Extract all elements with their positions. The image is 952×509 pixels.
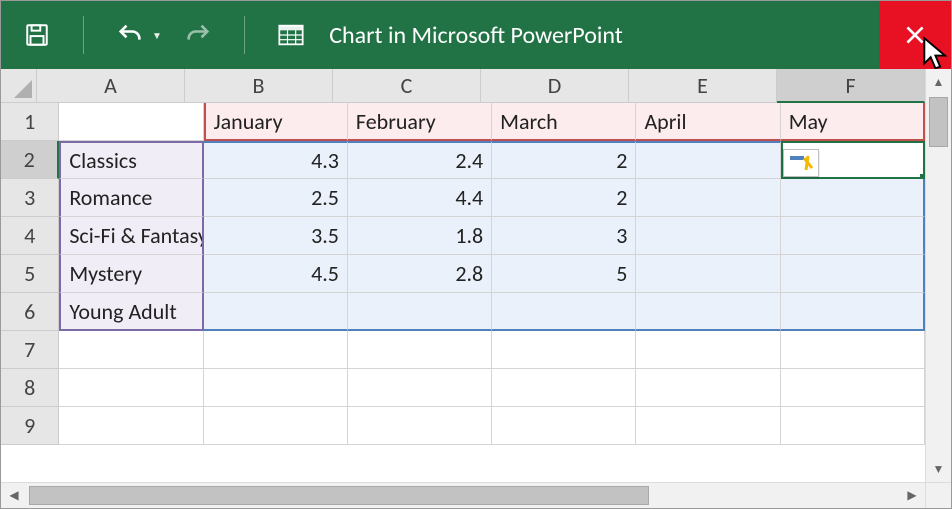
cell-E9[interactable] xyxy=(636,407,780,445)
cell-E6[interactable] xyxy=(636,293,780,331)
column-header-F[interactable]: F xyxy=(777,69,925,103)
cell-D5[interactable]: 5 xyxy=(492,255,636,293)
undo-dropdown-icon[interactable]: ▼ xyxy=(152,29,162,42)
cell-F7[interactable] xyxy=(781,331,925,369)
cell-C2[interactable]: 2.4 xyxy=(348,141,492,179)
save-icon[interactable] xyxy=(21,19,53,51)
cell-A4[interactable]: Sci-Fi & Fantasy xyxy=(59,217,203,255)
cell-A5[interactable]: Mystery xyxy=(59,255,203,293)
cell-B2[interactable]: 4.3 xyxy=(204,141,348,179)
cell-F3[interactable] xyxy=(781,179,925,217)
column-header-B[interactable]: B xyxy=(185,69,333,103)
titlebar: ▼ Chart in Microsoft PowerPoint xyxy=(1,1,951,69)
cell-B7[interactable] xyxy=(204,331,348,369)
cell-E4[interactable] xyxy=(636,217,780,255)
cell-E5[interactable] xyxy=(636,255,780,293)
scroll-down-icon[interactable]: ▼ xyxy=(926,456,951,482)
cell-E7[interactable] xyxy=(636,331,780,369)
column-header-D[interactable]: D xyxy=(481,69,629,103)
cell-F8[interactable] xyxy=(781,369,925,407)
cell-C5[interactable]: 2.8 xyxy=(348,255,492,293)
column-header-C[interactable]: C xyxy=(333,69,481,103)
cell-C1[interactable]: February xyxy=(348,103,492,141)
cell-B8[interactable] xyxy=(204,369,348,407)
cell-C9[interactable] xyxy=(348,407,492,445)
spreadsheet-icon[interactable] xyxy=(275,19,307,51)
cell-F1[interactable]: May xyxy=(781,103,925,141)
cell-A9[interactable] xyxy=(59,407,203,445)
cell-C8[interactable] xyxy=(348,369,492,407)
cell-B9[interactable] xyxy=(204,407,348,445)
column-header-A[interactable]: A xyxy=(37,69,185,103)
cell-D6[interactable] xyxy=(492,293,636,331)
row-header-3[interactable]: 3 xyxy=(1,179,59,217)
cell-B6[interactable] xyxy=(204,293,348,331)
cell-F5[interactable] xyxy=(781,255,925,293)
scroll-right-icon[interactable]: ▶ xyxy=(899,483,925,508)
column-header-E[interactable]: E xyxy=(629,69,777,103)
insert-options-icon[interactable] xyxy=(783,149,819,177)
cell-F4[interactable] xyxy=(781,217,925,255)
vertical-scroll-thumb[interactable] xyxy=(929,97,948,147)
cell-E2[interactable] xyxy=(636,141,780,179)
row-header-4[interactable]: 4 xyxy=(1,217,59,255)
cell-B4[interactable]: 3.5 xyxy=(204,217,348,255)
cell-D4[interactable]: 3 xyxy=(492,217,636,255)
cell-D9[interactable] xyxy=(492,407,636,445)
cell-F6[interactable] xyxy=(781,293,925,331)
cell-E8[interactable] xyxy=(636,369,780,407)
cell-A2[interactable]: Classics xyxy=(59,141,203,179)
row-header-5[interactable]: 5 xyxy=(1,255,59,293)
scroll-left-icon[interactable]: ◀ xyxy=(1,483,27,508)
cell-A8[interactable] xyxy=(59,369,203,407)
cell-D3[interactable]: 2 xyxy=(492,179,636,217)
cell-E3[interactable] xyxy=(636,179,780,217)
cell-A7[interactable] xyxy=(59,331,203,369)
cell-C4[interactable]: 1.8 xyxy=(348,217,492,255)
horizontal-scroll-thumb[interactable] xyxy=(29,486,649,505)
horizontal-scrollbar[interactable]: ◀ ▶ xyxy=(1,482,951,508)
row-header-7[interactable]: 7 xyxy=(1,331,59,369)
vertical-scrollbar[interactable]: ▲ ▼ xyxy=(925,69,951,482)
undo-icon[interactable] xyxy=(114,19,146,51)
row-header-1[interactable]: 1 xyxy=(1,103,59,141)
cell-D7[interactable] xyxy=(492,331,636,369)
cell-A1[interactable] xyxy=(59,103,203,141)
grid[interactable]: 1JanuaryFebruaryMarchAprilMay2Classics4.… xyxy=(1,103,925,445)
row-header-9[interactable]: 9 xyxy=(1,407,59,445)
cell-D8[interactable] xyxy=(492,369,636,407)
cell-B1[interactable]: January xyxy=(204,103,348,141)
cell-C7[interactable] xyxy=(348,331,492,369)
cell-F9[interactable] xyxy=(781,407,925,445)
row-header-6[interactable]: 6 xyxy=(1,293,59,331)
cell-C6[interactable] xyxy=(348,293,492,331)
redo-icon[interactable] xyxy=(182,19,214,51)
cell-A3[interactable]: Romance xyxy=(59,179,203,217)
close-button[interactable] xyxy=(879,1,951,69)
cell-B3[interactable]: 2.5 xyxy=(204,179,348,217)
select-all-corner[interactable] xyxy=(1,69,37,103)
cell-C3[interactable]: 4.4 xyxy=(348,179,492,217)
cell-D2[interactable]: 2 xyxy=(492,141,636,179)
column-headers: ABCDEF xyxy=(1,69,925,103)
row-header-2[interactable]: 2 xyxy=(1,141,59,179)
row-header-8[interactable]: 8 xyxy=(1,369,59,407)
scroll-up-icon[interactable]: ▲ xyxy=(926,69,951,95)
cell-E1[interactable]: April xyxy=(636,103,780,141)
cell-D1[interactable]: March xyxy=(492,103,636,141)
cell-B5[interactable]: 4.5 xyxy=(204,255,348,293)
cell-A6[interactable]: Young Adult xyxy=(59,293,203,331)
